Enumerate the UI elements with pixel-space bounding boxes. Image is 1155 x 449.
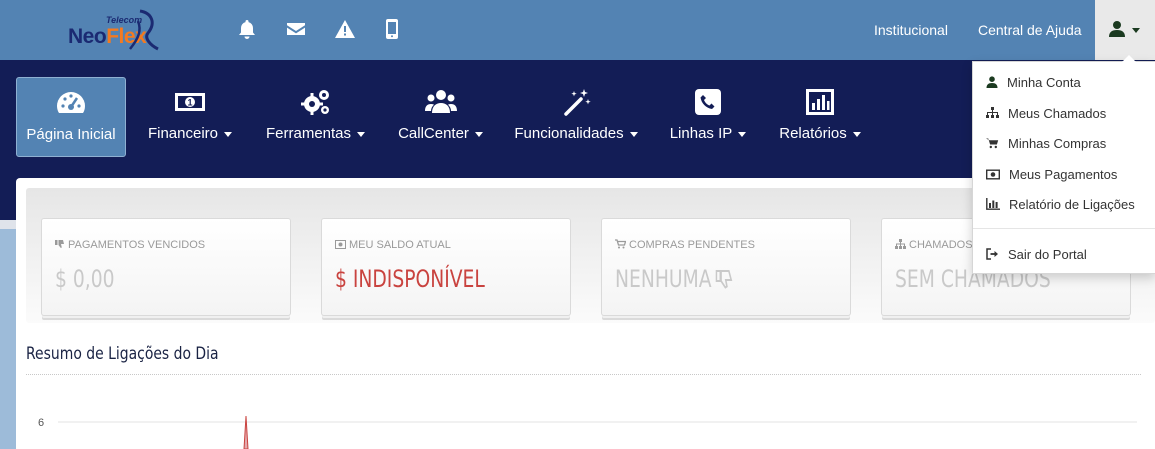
card-label: MEU SALDO ATUAL xyxy=(349,239,451,251)
chevron-down-icon xyxy=(738,131,747,137)
user-dropdown-menu: Minha Conta Meus Chamados Minhas Compras… xyxy=(972,55,1155,274)
nav-label: CallCenter xyxy=(398,125,469,142)
left-sidebar-strip xyxy=(0,229,16,449)
money-icon: 1 xyxy=(174,87,206,117)
nav-label: Financeiro xyxy=(147,125,219,142)
menu-item-label: Meus Pagamentos xyxy=(1009,166,1118,182)
sitemap-icon xyxy=(895,239,906,249)
nav-callcenter[interactable]: CallCenter xyxy=(392,77,489,157)
chevron-down-icon xyxy=(224,131,233,137)
menu-item-meus-pagamentos[interactable]: Meus Pagamentos xyxy=(986,164,1117,184)
sitemap-icon xyxy=(986,107,999,118)
card-compras-pendentes[interactable]: COMPRAS PENDENTES NENHUMA xyxy=(601,218,851,316)
nav-financeiro[interactable]: 1 Financeiro xyxy=(140,77,240,157)
nav-label: Relatórios xyxy=(779,125,847,142)
bar-chart-icon xyxy=(804,87,836,117)
magic-wand-icon xyxy=(560,87,592,117)
card-value: $ INDISPONÍVEL xyxy=(335,265,485,293)
bar-chart-icon xyxy=(986,198,1000,210)
dropdown-arrow xyxy=(1122,55,1136,62)
menu-item-minha-conta[interactable]: Minha Conta xyxy=(986,72,1081,92)
cart-icon xyxy=(615,239,627,249)
user-icon xyxy=(986,76,998,88)
thumbs-down-icon xyxy=(55,240,64,248)
card-value: $ 0,00 xyxy=(55,265,115,293)
user-icon xyxy=(1109,21,1125,37)
cart-icon xyxy=(986,138,999,149)
menu-item-label: Meus Chamados xyxy=(1008,105,1107,121)
nav-label: Linhas IP xyxy=(669,125,733,142)
menu-item-label: Sair do Portal xyxy=(1008,246,1087,262)
sign-out-icon xyxy=(986,248,998,260)
gears-icon xyxy=(300,87,332,117)
neoflex-logo[interactable]: Telecom NeoFlex xyxy=(66,9,166,51)
nav-label: Página Inicial xyxy=(26,126,116,143)
svg-text:1: 1 xyxy=(187,98,192,108)
section-title: Resumo de Ligações do Dia xyxy=(26,344,219,364)
user-menu-button[interactable] xyxy=(1095,0,1155,60)
chevron-down-icon xyxy=(357,131,366,137)
mobile-icon[interactable] xyxy=(381,18,403,40)
nav-label: Funcionalidades xyxy=(514,125,624,142)
chevron-down-icon xyxy=(474,131,483,137)
menu-divider xyxy=(973,228,1155,229)
menu-item-relatorio-de-ligacoes[interactable]: Relatório de Ligações xyxy=(986,194,1135,214)
nav-relatorios[interactable]: Relatórios xyxy=(772,77,868,157)
nav-funcionalidades[interactable]: Funcionalidades xyxy=(508,77,644,157)
chevron-down-icon xyxy=(629,131,638,137)
nav-ferramentas[interactable]: Ferramentas xyxy=(258,77,373,157)
calls-chart: 6 xyxy=(38,415,1137,449)
link-institucional[interactable]: Institucional xyxy=(874,22,948,38)
card-label: PAGAMENTOS VENCIDOS xyxy=(68,239,206,251)
card-pagamentos-vencidos[interactable]: PAGAMENTOS VENCIDOS $ 0,00 xyxy=(41,218,291,316)
dashboard-icon xyxy=(55,88,87,118)
money-icon xyxy=(986,169,1000,180)
menu-item-label: Minha Conta xyxy=(1007,74,1081,90)
nav-label: Ferramentas xyxy=(265,125,352,142)
menu-item-sair-do-portal[interactable]: Sair do Portal xyxy=(986,244,1087,264)
warning-icon[interactable] xyxy=(334,18,356,40)
card-label: COMPRAS PENDENTES xyxy=(629,239,755,251)
y-tick-label: 6 xyxy=(38,417,44,429)
nav-pagina-inicial[interactable]: Página Inicial xyxy=(16,77,126,157)
card-label: CHAMADOS xyxy=(909,239,973,251)
menu-item-meus-chamados[interactable]: Meus Chamados xyxy=(986,103,1106,123)
section-divider xyxy=(26,374,1141,375)
menu-item-label: Minhas Compras xyxy=(1008,135,1107,151)
top-bar: Telecom NeoFlex Institucional Central de… xyxy=(0,0,1155,60)
series-line xyxy=(243,415,249,449)
chevron-down-icon xyxy=(852,131,861,137)
chevron-down-icon xyxy=(1132,28,1140,33)
envelope-icon[interactable] xyxy=(285,18,307,40)
link-central-de-ajuda[interactable]: Central de Ajuda xyxy=(978,22,1082,38)
phone-icon xyxy=(692,87,724,117)
bell-icon[interactable] xyxy=(236,18,258,40)
card-meu-saldo-atual[interactable]: MEU SALDO ATUAL $ INDISPONÍVEL xyxy=(321,218,571,316)
card-value: NENHUMA xyxy=(615,265,712,293)
users-icon xyxy=(424,87,457,117)
money-icon xyxy=(335,240,346,249)
logo-swoosh-icon xyxy=(129,9,159,51)
thumbs-down-icon xyxy=(715,270,733,289)
nav-linhas-ip[interactable]: Linhas IP xyxy=(662,77,754,157)
menu-item-minhas-compras[interactable]: Minhas Compras xyxy=(986,133,1106,153)
menu-item-label: Relatório de Ligações xyxy=(1009,196,1135,212)
